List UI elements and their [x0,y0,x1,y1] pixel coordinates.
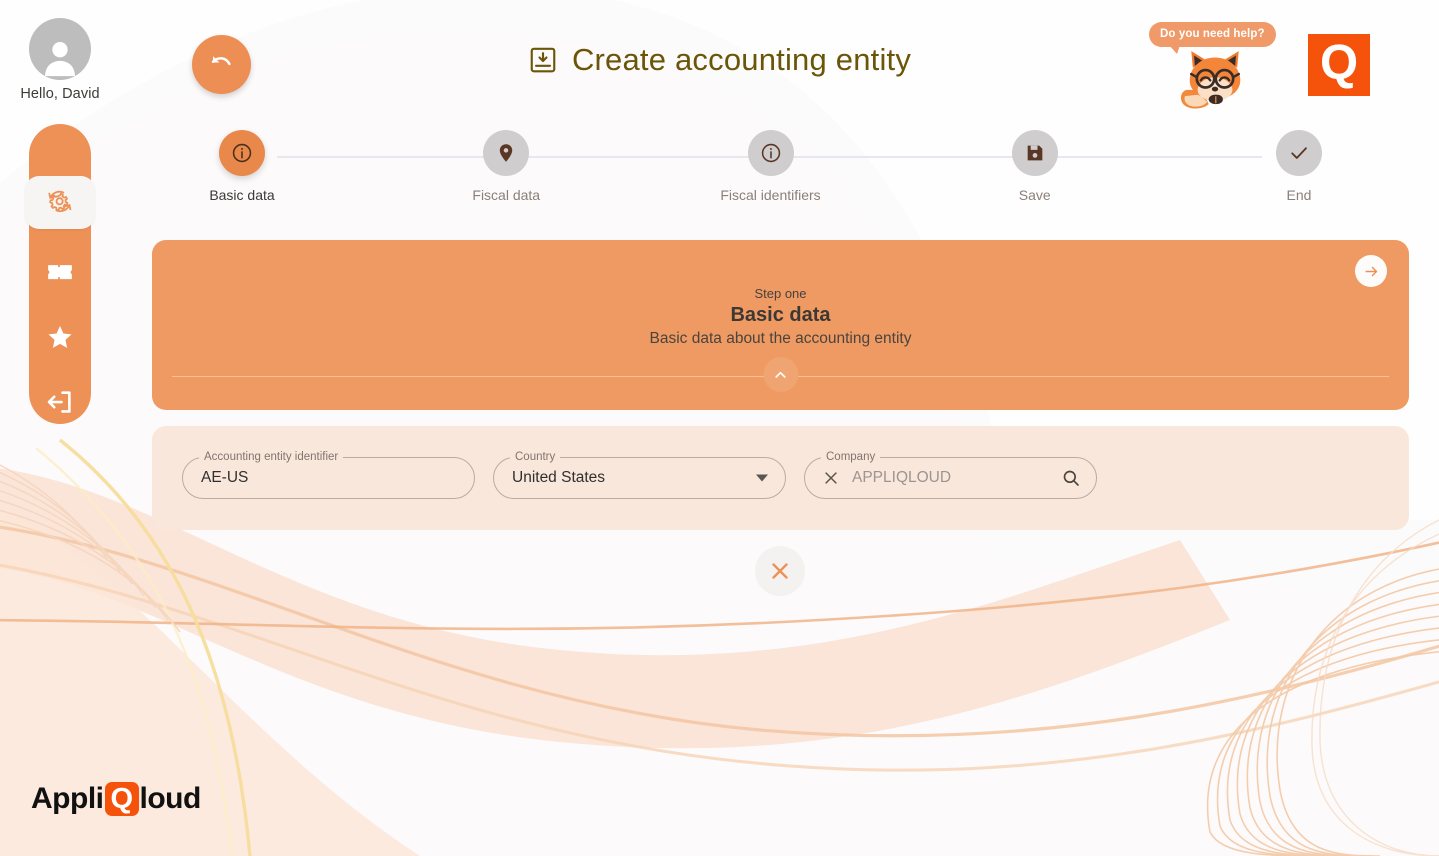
help-widget[interactable]: Do you need help? [1149,22,1284,107]
step-card-eyebrow: Step one [754,286,806,301]
step-card: Step one Basic data Basic data about the… [152,240,1409,410]
stepper-step-end[interactable]: End [1209,130,1389,230]
sidebar-item-favorites[interactable] [29,316,91,359]
company-input-placeholder[interactable]: APPLIQLOUD [805,458,1096,498]
user-greeting: Hello, David [20,86,99,102]
company-field[interactable]: Company APPLIQLOUD [804,457,1097,499]
info-circle-icon [760,142,782,164]
chevron-down-icon[interactable] [756,475,768,482]
save-floppy-icon [1024,142,1046,164]
step-card-title: Basic data [730,304,830,327]
next-step-button[interactable] [1355,255,1387,287]
search-icon[interactable] [1061,468,1081,488]
stepper-step-basic-data[interactable]: Basic data [152,130,332,230]
step-circle-basic-data[interactable] [219,130,265,176]
download-box-icon [528,45,558,75]
step-card-description: Basic data about the accounting entity [650,330,912,348]
logout-icon [45,387,75,417]
step-label-end: End [1287,187,1312,203]
step-label-fiscal-identifiers: Fiscal identifiers [720,187,820,203]
country-field[interactable]: Country United States [493,457,786,499]
star-icon [45,322,75,352]
step-circle-save[interactable] [1012,130,1058,176]
brand-q-badge: Q [105,782,139,816]
close-x-icon [768,559,792,583]
brand-logo: AppliQloud [31,782,201,816]
collapse-step-card-button[interactable] [763,357,798,392]
close-button[interactable] [755,546,805,596]
step-circle-fiscal-data[interactable] [483,130,529,176]
step-label-basic-data: Basic data [209,187,274,203]
app-logo-letter: Q [1320,39,1358,88]
sidebar [29,124,91,424]
sidebar-item-logout[interactable] [29,381,91,424]
sidebar-item-processes[interactable] [25,176,95,229]
stepper-step-fiscal-identifiers[interactable]: Fiscal identifiers [681,130,861,230]
step-label-fiscal-data: Fiscal data [472,187,540,203]
brand-part-1: Appli [31,782,104,816]
stepper-step-fiscal-data[interactable]: Fiscal data [416,130,596,230]
sidebar-item-tickets[interactable] [29,251,91,294]
chevron-up-icon [773,367,789,383]
accounting-entity-identifier-field[interactable]: Accounting entity identifier [182,457,475,499]
step-circle-end[interactable] [1276,130,1322,176]
accounting-entity-identifier-input[interactable] [183,458,474,498]
step-label-save: Save [1019,187,1051,203]
ticket-icon [45,257,75,287]
page-title-text: Create accounting entity [572,42,911,78]
info-circle-icon [231,142,253,164]
stepper: Basic data Fiscal data [152,130,1389,230]
check-icon [1288,142,1310,164]
arrow-right-icon [1363,263,1380,280]
fox-mascot-icon[interactable] [1174,44,1256,112]
map-pin-icon [495,142,517,164]
app-logo[interactable]: Q [1308,34,1370,96]
basic-data-form: Accounting entity identifier Country Uni… [152,426,1409,530]
gear-refresh-icon [44,186,76,218]
country-selected-value[interactable]: United States [494,458,785,498]
step-circle-fiscal-identifiers[interactable] [748,130,794,176]
brand-part-2: loud [140,782,201,816]
stepper-step-save[interactable]: Save [945,130,1125,230]
app-root: Hello, David [0,0,1439,856]
